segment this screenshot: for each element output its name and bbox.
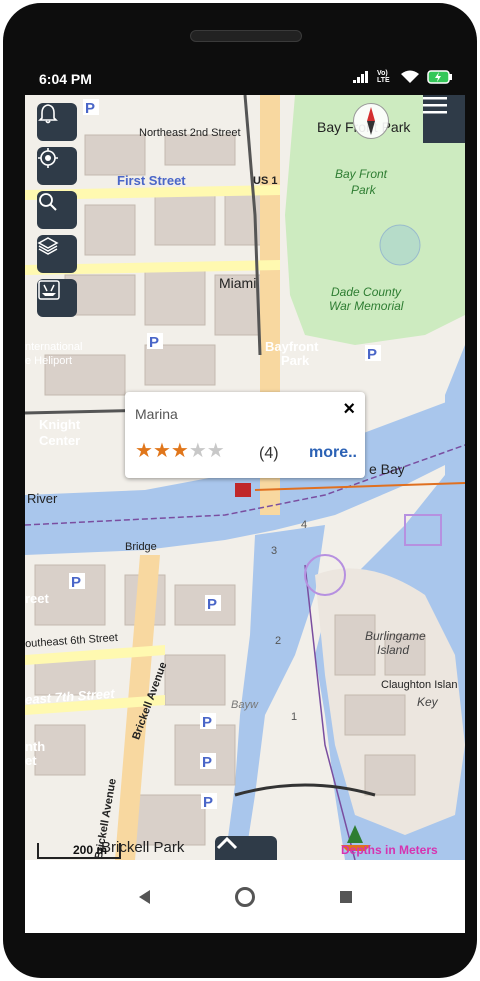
depth-sounding-3: 3 [271,545,278,557]
label-bayfront-2: Park [281,353,310,368]
screen: 6:04 PM Vo) LTE P P P P P P P P Northeas… [25,63,465,933]
label-international: nternational [25,341,83,353]
svg-text:P: P [207,596,217,613]
status-icons: Vo) LTE [353,70,453,84]
label-bay-front-park-green-1: Bay Front [335,167,388,181]
label-et: et [25,753,37,768]
compass-needle-icon [367,107,375,135]
svg-text:P: P [202,714,212,731]
marina-marker[interactable] [235,483,251,497]
svg-text:P: P [85,100,95,117]
more-link[interactable]: more.. [309,444,357,462]
label-dade-county-2: War Memorial [329,299,404,313]
label-key: Key [417,695,438,709]
star-filled-icon: ★ [170,440,189,462]
svg-text:P: P [202,754,212,771]
status-bar: 6:04 PM Vo) LTE [25,63,465,95]
label-miami: Miami [219,275,257,291]
search-button[interactable] [37,191,77,229]
label-ne-2nd-street: Northeast 2nd Street [139,127,241,139]
park-fountain [379,224,421,266]
label-knight-2: Center [39,433,81,448]
signal-icon [353,71,368,83]
boat-icon [38,280,60,300]
status-time: 6:04 PM [39,71,92,87]
volte-icon: Vo) LTE [377,70,390,84]
hamburger-menu-icon [423,97,447,114]
close-icon[interactable]: × [343,398,355,421]
label-bridge: Bridge [125,541,157,553]
review-count: (4) [259,445,279,462]
layers-button[interactable] [37,235,77,273]
boat-tools-button[interactable] [37,279,77,317]
label-river: River [27,491,58,506]
popup-title: Marina [135,406,178,422]
svg-text:P: P [71,574,81,591]
star-filled-icon: ★ [135,440,153,462]
layers-icon [37,237,59,255]
scale-bar: 200 m [37,841,121,860]
label-burlingame-1: Burlingame [365,629,426,643]
rating-stars: ★ ★ ★ ★ ★ [135,440,225,462]
svg-text:P: P [203,794,213,811]
recents-icon[interactable] [339,890,352,903]
chevron-up-icon [216,836,238,850]
star-empty-icon: ★ [188,440,207,462]
compass[interactable] [353,103,389,139]
nautical-map[interactable]: P P P P P P P P Northeast 2nd Street First St… [25,95,465,860]
label-bayfront-1: Bayfront [265,339,319,354]
menu-button[interactable] [423,95,465,143]
android-nav-bar [25,860,465,933]
label-us1: US 1 [253,175,278,187]
label-knight-1: Knight [39,417,81,432]
depths-label: Depths in Meters [341,843,438,857]
home-icon[interactable] [234,886,255,907]
label-bay-front-park-green-2: Park [351,183,376,197]
label-e-bay: e Bay [369,461,405,477]
label-nth: nth [25,739,46,754]
star-filled-icon: ★ [152,440,171,462]
locate-icon [38,148,58,168]
label-burlingame-2: Island [377,643,410,657]
expand-panel-button[interactable] [215,836,277,860]
scale-label: 200 m [73,843,108,857]
label-claughton: Claughton Islan [381,679,458,691]
battery-charging-icon [427,70,452,84]
search-icon [39,193,57,211]
wifi-icon [401,70,419,83]
marina-info-popup[interactable]: Marina × ★ ★ ★ ★ ★ (4) more.. [125,392,365,478]
phone-frame: 6:04 PM Vo) LTE P P P P P P P P Northeas… [3,3,477,978]
back-icon[interactable] [138,889,150,904]
label-first-street: First Street [117,173,186,188]
label-bayw: Bayw [231,699,258,711]
locate-button[interactable] [37,147,77,185]
star-empty-icon: ★ [206,440,225,462]
svg-text:P: P [149,334,159,351]
label-street-left: reet [25,591,49,606]
label-dade-county-1: Dade County [331,285,402,299]
speaker-grille [190,30,302,42]
label-heliport: e Heliport [25,355,73,367]
depth-sounding-1: 1 [291,711,298,723]
svg-text:P: P [367,346,377,363]
alerts-button[interactable] [37,103,77,141]
bell-icon [38,104,58,124]
depth-sounding-2: 2 [275,635,282,647]
depth-sounding-4: 4 [301,519,308,531]
